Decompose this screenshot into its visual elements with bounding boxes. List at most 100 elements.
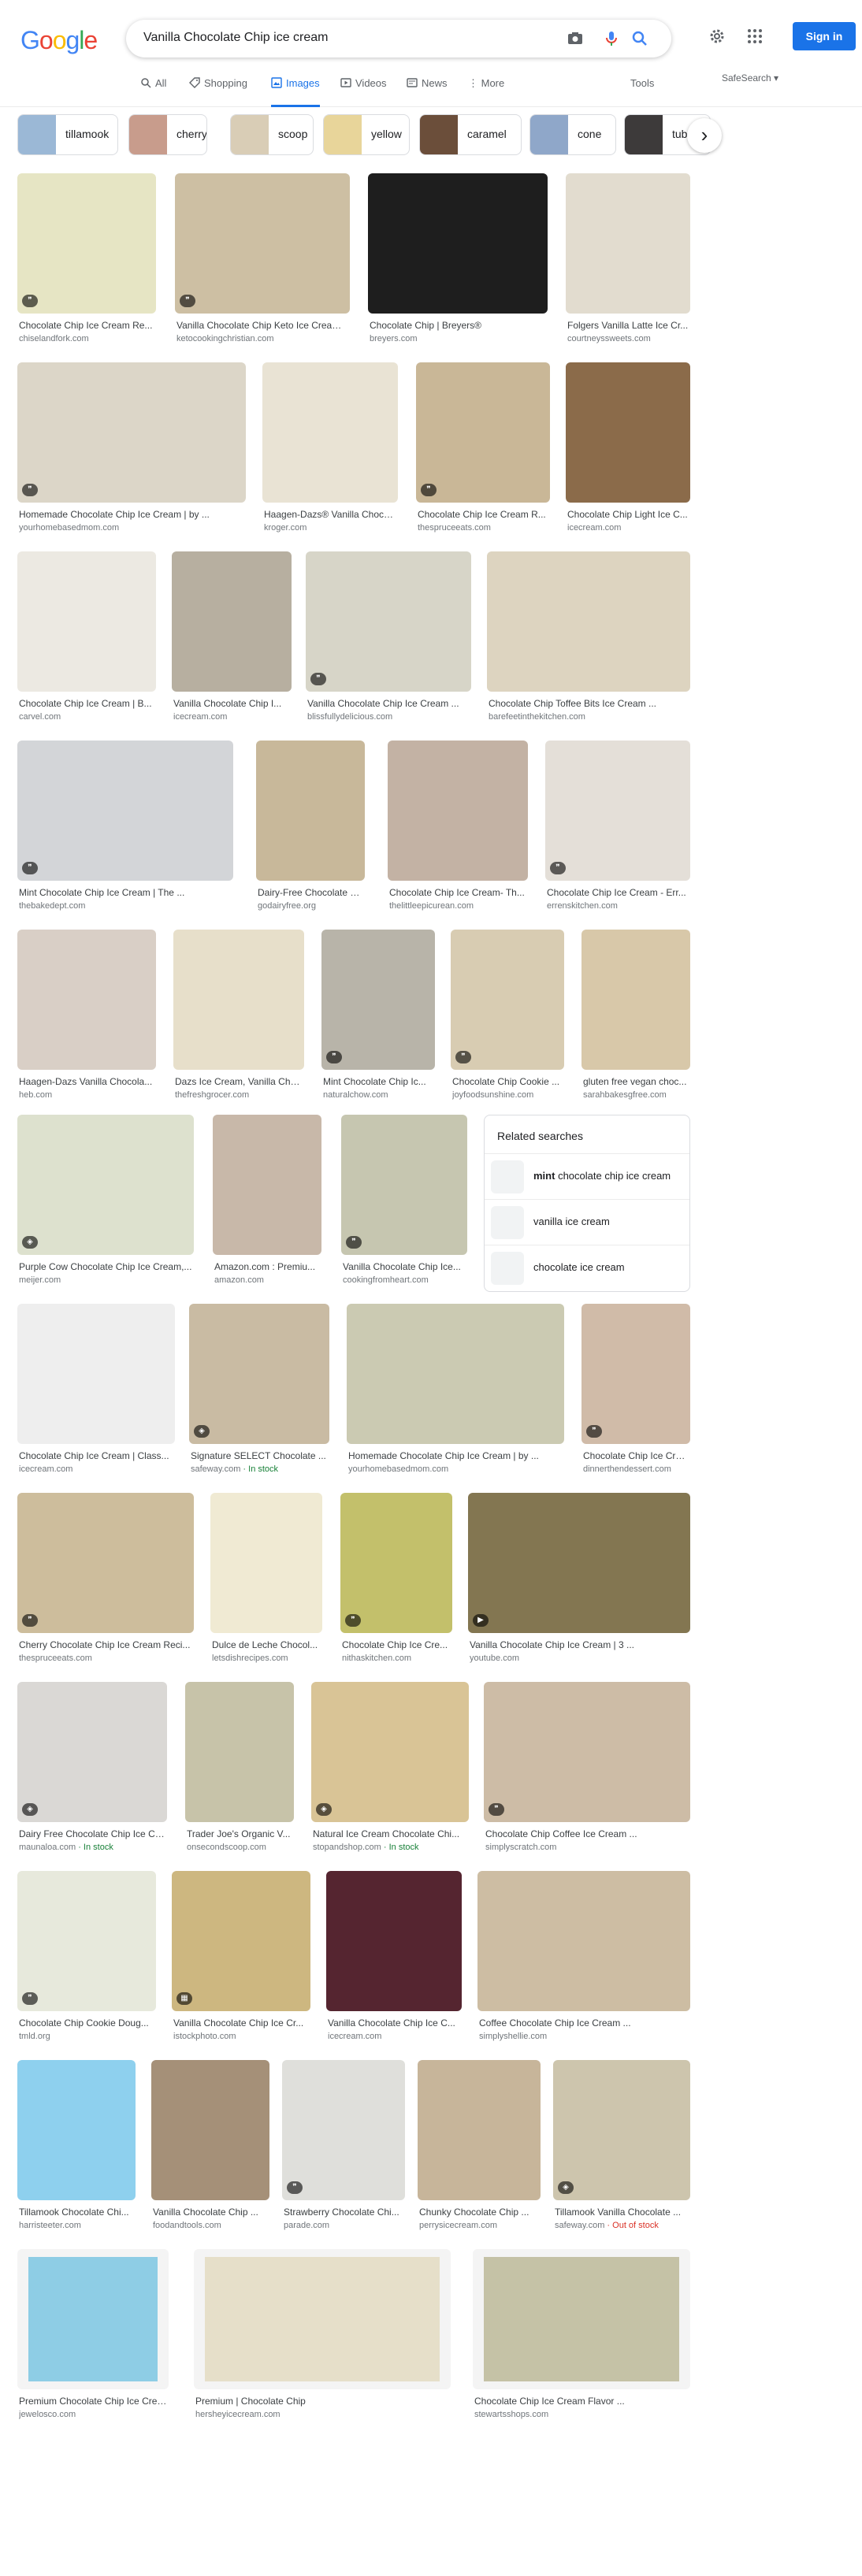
image-result[interactable]: Amazon.com : Premiu... amazon.com [213, 1115, 321, 1293]
image-result[interactable]: ❞ Vanilla Chocolate Chip Ice... cookingfro… [341, 1115, 467, 1293]
result-thumbnail[interactable] [487, 551, 690, 692]
result-title[interactable]: Chocolate Chip Ice Cre... [583, 1450, 689, 1461]
result-thumbnail[interactable] [185, 1682, 294, 1822]
tools-button[interactable]: Tools [630, 77, 654, 89]
result-title[interactable]: Vanilla Chocolate Chip Ice Cr... [173, 2017, 309, 2029]
image-result[interactable]: ▦ Vanilla Chocolate Chip Ice Cr... istockp… [172, 1871, 310, 2049]
chip-cone[interactable]: cone [529, 114, 616, 155]
result-source[interactable]: blissfullydelicious.com [307, 712, 470, 722]
result-thumbnail[interactable]: ❞ [484, 1682, 690, 1822]
result-source[interactable]: dinnerthendessert.com [583, 1464, 689, 1474]
result-thumbnail[interactable] [17, 930, 156, 1070]
result-title[interactable]: Haagen-Dazs Vanilla Chocola... [19, 1076, 154, 1087]
image-result[interactable]: ❞ Chocolate Chip Ice Cream Re... chiseland… [17, 173, 156, 351]
result-title[interactable]: Vanilla Chocolate Chip Ice Cream ... [307, 698, 470, 709]
result-title[interactable]: Mint Chocolate Chip Ic... [323, 1076, 433, 1087]
search-icon[interactable] [630, 29, 649, 48]
result-title[interactable]: Chocolate Chip Ice Cream Flavor ... [474, 2396, 689, 2407]
image-result[interactable]: Folgers Vanilla Latte Ice Cr... courtneys… [566, 173, 690, 351]
result-title[interactable]: Chocolate Chip Ice Cream - Err... [547, 887, 689, 898]
tab-shopping[interactable]: Shopping [189, 77, 247, 107]
result-title[interactable]: Tillamook Vanilla Chocolate ... [555, 2207, 689, 2218]
result-title[interactable]: Chocolate Chip Ice Cream Re... [19, 320, 154, 331]
chip-caramel[interactable]: caramel [419, 114, 522, 155]
result-source[interactable]: cookingfromheart.com [343, 1275, 466, 1285]
result-source[interactable]: naturalchow.com [323, 1090, 433, 1100]
tab-news[interactable]: News [407, 77, 448, 107]
result-thumbnail[interactable] [17, 2249, 169, 2389]
result-thumbnail[interactable] [473, 2249, 690, 2389]
image-result[interactable]: Homemade Chocolate Chip Ice Cream | by .… [347, 1304, 564, 1482]
image-result[interactable]: Chocolate Chip Ice Cream | B... carvel.co… [17, 551, 156, 729]
result-thumbnail[interactable]: ◈ [189, 1304, 329, 1444]
related-search-item[interactable]: vanilla ice cream [485, 1199, 689, 1245]
sign-in-button[interactable]: Sign in [793, 22, 856, 50]
image-result[interactable]: ❞ Cherry Chocolate Chip Ice Cream Reci...… [17, 1493, 194, 1671]
image-result[interactable]: ◈ Purple Cow Chocolate Chip Ice Cream,...… [17, 1115, 194, 1293]
result-source[interactable]: icecream.com [173, 712, 290, 722]
google-logo[interactable]: Google [20, 26, 98, 55]
result-source[interactable]: ketocookingchristian.com [176, 334, 348, 343]
result-source[interactable]: simplyscratch.com [485, 1843, 689, 1852]
result-title[interactable]: Chocolate Chip Coffee Ice Cream ... [485, 1828, 689, 1839]
chip-tillamook[interactable]: tillamook [17, 114, 118, 155]
result-thumbnail[interactable] [581, 930, 690, 1070]
result-source[interactable]: thebakedept.com [19, 901, 232, 911]
result-thumbnail[interactable] [17, 551, 156, 692]
result-thumbnail[interactable] [477, 1871, 690, 2011]
chip-scoop[interactable]: scoop [230, 114, 314, 155]
image-result[interactable]: Chocolate Chip | Breyers® breyers.com [368, 173, 548, 351]
result-source[interactable]: godairyfree.org [258, 901, 363, 911]
image-result[interactable]: ◈ Signature SELECT Chocolate ... safeway.c… [189, 1304, 329, 1482]
chip-yellow[interactable]: yellow [323, 114, 410, 155]
result-thumbnail[interactable] [173, 930, 304, 1070]
result-title[interactable]: Dairy Free Chocolate Chip Ice Cr... [19, 1828, 165, 1839]
result-source[interactable]: istockphoto.com [173, 2032, 309, 2041]
result-title[interactable]: Dazs Ice Cream, Vanilla Cho... [175, 1076, 303, 1087]
result-source[interactable]: kroger.com [264, 523, 396, 533]
result-title[interactable]: Vanilla Chocolate Chip Ice Cream | 3 ... [470, 1639, 689, 1650]
tab-all[interactable]: All [140, 77, 166, 107]
result-title[interactable]: Chocolate Chip Toffee Bits Ice Cream ... [489, 698, 689, 709]
result-source[interactable]: safeway.com · In stock [191, 1464, 328, 1474]
result-title[interactable]: Premium | Chocolate Chip [195, 2396, 449, 2407]
result-thumbnail[interactable]: ❞ [282, 2060, 405, 2200]
result-source[interactable]: yourhomebasedmom.com [19, 523, 244, 533]
result-source[interactable]: thespruceeats.com [19, 1654, 192, 1663]
result-source[interactable]: harristeeter.com [19, 2221, 134, 2230]
chips-next-button[interactable]: › [687, 118, 722, 153]
result-thumbnail[interactable] [172, 551, 292, 692]
image-result[interactable]: ❞ Chocolate Chip Ice Cream R... thesprucee… [416, 362, 550, 540]
result-thumbnail[interactable]: ❞ [175, 173, 350, 314]
result-thumbnail[interactable] [17, 2060, 136, 2200]
image-result[interactable]: ◈ Tillamook Vanilla Chocolate ... safeway.… [553, 2060, 690, 2238]
result-thumbnail[interactable] [213, 1115, 321, 1255]
result-title[interactable]: Purple Cow Chocolate Chip Ice Cream,... [19, 1261, 192, 1272]
result-thumbnail[interactable]: ❞ [416, 362, 550, 503]
result-thumbnail[interactable] [151, 2060, 269, 2200]
image-result[interactable]: Tillamook Chocolate Chi... harristeeter.c… [17, 2060, 136, 2238]
result-thumbnail[interactable] [194, 2249, 451, 2389]
result-source[interactable]: errenskitchen.com [547, 901, 689, 911]
result-source[interactable]: maunaloa.com · In stock [19, 1843, 165, 1852]
result-thumbnail[interactable]: ▶ [468, 1493, 690, 1633]
related-search-item[interactable]: chocolate ice cream [485, 1245, 689, 1290]
result-title[interactable]: Premium Chocolate Chip Ice Crea... [19, 2396, 167, 2407]
result-thumbnail[interactable]: ❞ [581, 1304, 690, 1444]
image-result[interactable]: Dairy-Free Chocolate Chi... godairyfree.o… [256, 741, 365, 919]
result-source[interactable]: chiselandfork.com [19, 334, 154, 343]
result-title[interactable]: Dairy-Free Chocolate Chi... [258, 887, 363, 898]
image-result[interactable]: ❞ Vanilla Chocolate Chip Keto Ice Cream .… [175, 173, 350, 351]
result-source[interactable]: perrysicecream.com [419, 2221, 539, 2230]
result-title[interactable]: Homemade Chocolate Chip Ice Cream | by .… [19, 509, 244, 520]
result-thumbnail[interactable]: ❞ [341, 1115, 467, 1255]
result-thumbnail[interactable]: ▦ [172, 1871, 310, 2011]
result-title[interactable]: Amazon.com : Premiu... [214, 1261, 320, 1272]
result-thumbnail[interactable]: ❞ [17, 173, 156, 314]
result-title[interactable]: Vanilla Chocolate Chip Ice... [343, 1261, 466, 1272]
image-result[interactable]: ❞ Chocolate Chip Coffee Ice Cream ... simp… [484, 1682, 690, 1860]
apps-grid-icon[interactable] [745, 27, 764, 46]
image-result[interactable]: Chocolate Chip Toffee Bits Ice Cream ...… [487, 551, 690, 729]
image-result[interactable]: ❞ Vanilla Chocolate Chip Ice Cream ... bli… [306, 551, 471, 729]
search-box[interactable]: Vanilla Chocolate Chip ice cream [126, 20, 671, 58]
